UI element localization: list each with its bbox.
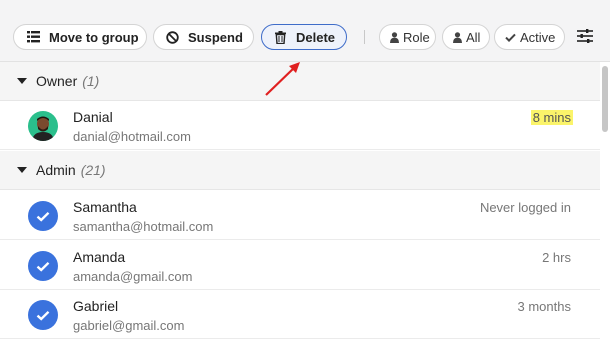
user-name: Danial [73,109,113,125]
list-item[interactable]: Samantha samantha@hotmail.com Never logg… [0,191,600,240]
user-email: danial@hotmail.com [73,129,191,144]
checkmark-icon [36,310,50,321]
expand-caret-icon [17,78,27,84]
toolbar-divider [364,30,365,44]
group-count: (1) [82,73,100,89]
group-header-admin[interactable]: Admin (21) [0,151,600,190]
delete-button[interactable]: Delete [261,24,347,50]
user-email: samantha@hotmail.com [73,219,214,234]
suspend-label: Suspend [188,29,243,45]
user-name: Samantha [73,199,137,215]
checkmark-icon [505,33,516,42]
list-item[interactable]: Amanda amanda@gmail.com 2 hrs [0,241,600,290]
move-to-group-label: Move to group [49,29,139,45]
selected-checkbox[interactable] [28,251,58,281]
sliders-icon [577,28,593,48]
filter-active-button[interactable]: Active [494,24,565,50]
bulk-action-toolbar: Move to group Suspend Delete Role All Ac… [0,0,610,62]
person-icon [453,31,462,43]
scrollbar-thumb[interactable] [602,66,608,132]
last-seen: 8 mins [530,110,573,125]
filter-active-label: Active [520,29,556,45]
filter-all-label: All [466,29,481,45]
group-name: Owner [36,73,78,89]
group-name: Admin [36,162,76,178]
user-email: gabriel@gmail.com [73,318,185,333]
delete-label: Delete [296,29,336,45]
last-seen: Never logged in [479,200,571,215]
list-item[interactable]: Gabriel gabriel@gmail.com 3 months [0,290,600,339]
move-to-group-button[interactable]: Move to group [13,24,147,50]
checkmark-icon [36,211,50,222]
last-seen: 2 hrs [542,250,571,265]
filter-role-label: Role [403,29,430,45]
filter-role-button[interactable]: Role [379,24,436,50]
group-count: (21) [80,162,106,178]
column-settings-button[interactable] [575,28,595,48]
user-name: Amanda [73,249,126,265]
filter-all-button[interactable]: All [442,24,490,50]
annotation-arrow-icon [265,62,300,96]
suspend-button[interactable]: Suspend [153,24,254,50]
expand-caret-icon [17,167,27,173]
user-list: Owner (1) Danial danial@hotmail.com 8 mi… [0,62,610,354]
list-item[interactable]: Danial danial@hotmail.com 8 mins [0,101,600,150]
person-icon [390,31,399,43]
trash-icon [273,30,287,44]
ban-icon [165,30,179,44]
user-email: amanda@gmail.com [73,269,193,284]
selected-checkbox[interactable] [28,300,58,330]
avatar [28,111,58,141]
last-seen: 3 months [517,299,571,314]
checkmark-icon [36,261,50,272]
move-list-icon [26,30,40,44]
selected-checkbox[interactable] [28,201,58,231]
user-name: Gabriel [73,298,119,314]
